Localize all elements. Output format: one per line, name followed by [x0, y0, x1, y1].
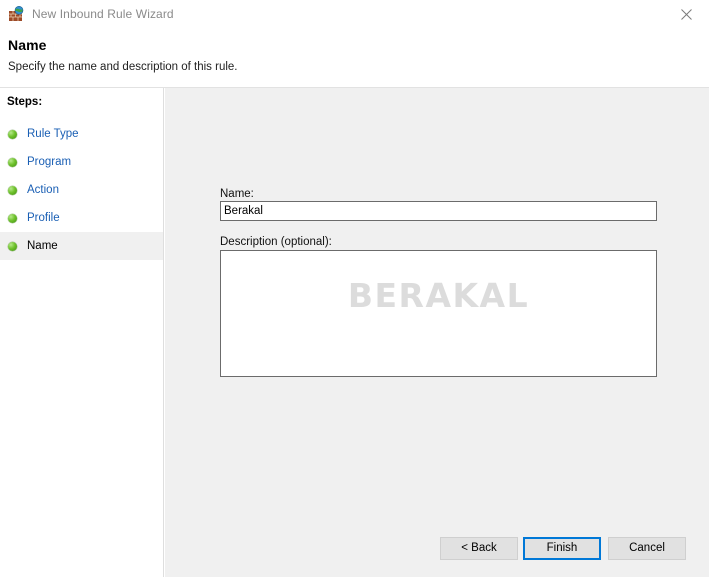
- description-field-label: Description (optional):: [220, 236, 332, 248]
- name-input[interactable]: [220, 201, 657, 221]
- green-bullet-icon: [8, 213, 17, 223]
- green-bullet-icon: [8, 157, 17, 167]
- sidebar-item-rule-type[interactable]: Rule Type: [0, 120, 163, 148]
- steps-sidebar: Steps: Rule Type Program Action Profile …: [0, 88, 164, 577]
- green-bullet-icon: [8, 185, 17, 195]
- sidebar-item-label: Profile: [27, 212, 60, 224]
- sidebar-item-profile[interactable]: Profile: [0, 204, 163, 232]
- window-title: New Inbound Rule Wizard: [32, 7, 174, 21]
- back-button[interactable]: < Back: [440, 537, 518, 560]
- sidebar-item-label: Program: [27, 156, 72, 168]
- page-subtitle: Specify the name and description of this…: [8, 61, 238, 73]
- content-panel: Name: Description (optional): BERAKAL < …: [165, 88, 709, 577]
- page-header: Name Specify the name and description of…: [0, 28, 709, 88]
- watermark-text: BERAKAL: [347, 276, 530, 315]
- page-title: Name: [8, 37, 47, 53]
- button-row: < Back Finish Cancel: [165, 537, 709, 577]
- title-bar: New Inbound Rule Wizard: [0, 0, 709, 28]
- cancel-button[interactable]: Cancel: [608, 537, 686, 560]
- sidebar-item-label: Name: [27, 240, 58, 252]
- steps-heading: Steps:: [7, 96, 43, 108]
- sidebar-item-label: Rule Type: [27, 128, 79, 140]
- close-icon[interactable]: [663, 0, 709, 28]
- sidebar-item-action[interactable]: Action: [0, 176, 163, 204]
- steps-list: Rule Type Program Action Profile Name: [0, 120, 163, 260]
- green-bullet-icon: [8, 129, 17, 139]
- finish-button[interactable]: Finish: [523, 537, 601, 560]
- sidebar-item-label: Action: [27, 184, 59, 196]
- name-field-label: Name:: [220, 188, 254, 200]
- description-textarea[interactable]: BERAKAL: [220, 250, 657, 377]
- firewall-brick-wall-globe-icon: [8, 6, 24, 22]
- sidebar-item-program[interactable]: Program: [0, 148, 163, 176]
- new-inbound-rule-wizard-window: New Inbound Rule Wizard Name Specify the…: [0, 0, 709, 577]
- green-bullet-icon: [8, 241, 17, 251]
- sidebar-item-name[interactable]: Name: [0, 232, 163, 260]
